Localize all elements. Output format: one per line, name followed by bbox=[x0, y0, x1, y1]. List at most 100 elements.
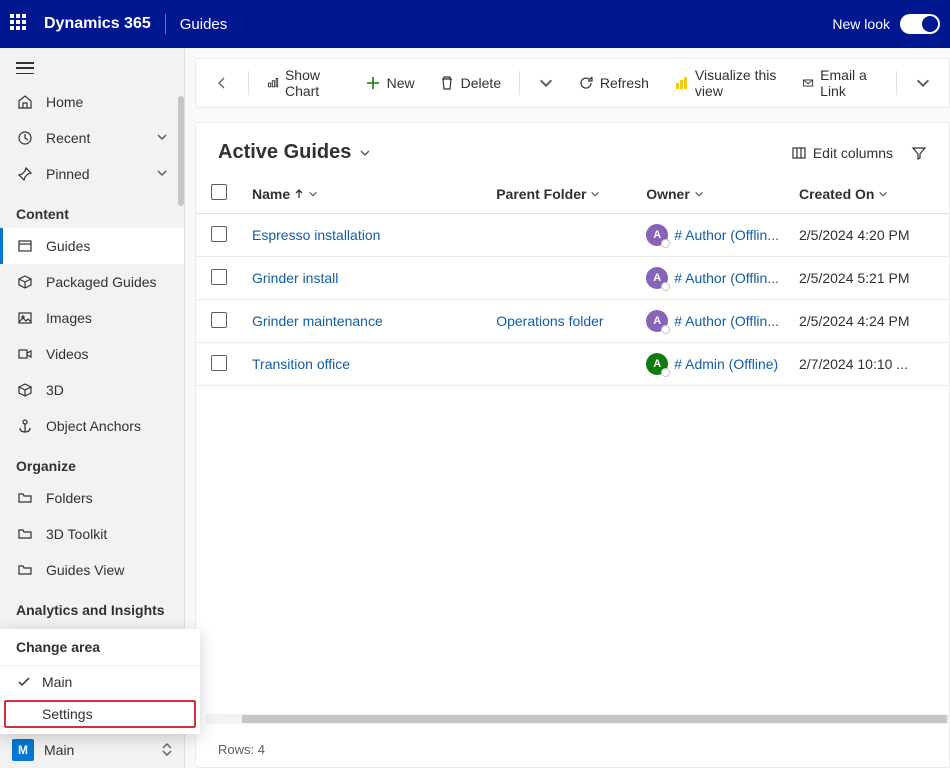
nav-images[interactable]: Images bbox=[0, 300, 184, 336]
folder-icon bbox=[16, 489, 34, 507]
video-icon bbox=[16, 345, 34, 363]
chevron-down-icon bbox=[156, 130, 168, 146]
record-name-link[interactable]: Espresso installation bbox=[252, 227, 380, 243]
nav-label: Pinned bbox=[46, 166, 90, 182]
nav-label: Recent bbox=[46, 130, 90, 146]
nav-3d-toolkit[interactable]: 3D Toolkit bbox=[0, 516, 184, 552]
grid-footer: Rows: 4 bbox=[196, 732, 949, 767]
scrollbar-thumb[interactable] bbox=[178, 96, 184, 206]
nav-label: Guides View bbox=[46, 562, 124, 578]
powerbi-icon bbox=[673, 75, 689, 91]
change-area-label: Settings bbox=[42, 706, 93, 722]
table-row[interactable]: Grinder install A # Author (Offlin... 2/5/2… bbox=[196, 257, 949, 300]
nav-label: 3D Toolkit bbox=[46, 526, 107, 542]
chevron-down-icon bbox=[156, 166, 168, 182]
table-row[interactable]: Espresso installation A # Author (Offlin..… bbox=[196, 214, 949, 257]
delete-split-button[interactable] bbox=[528, 69, 564, 97]
clock-icon bbox=[16, 129, 34, 147]
nav-videos[interactable]: Videos bbox=[0, 336, 184, 372]
hamburger-icon[interactable] bbox=[16, 62, 34, 74]
col-label: Name bbox=[252, 186, 290, 202]
change-area-settings[interactable]: Settings bbox=[4, 700, 196, 728]
show-chart-button[interactable]: Show Chart bbox=[257, 61, 351, 105]
section-content: Content bbox=[0, 192, 184, 228]
cmd-label: Delete bbox=[461, 75, 501, 91]
new-button[interactable]: New bbox=[355, 69, 425, 97]
nav-pinned[interactable]: Pinned bbox=[0, 156, 184, 192]
content-card: Active Guides Edit columns bbox=[195, 122, 950, 768]
nav-folders[interactable]: Folders bbox=[0, 480, 184, 516]
nav-label: Videos bbox=[46, 346, 89, 362]
nav-3d[interactable]: 3D bbox=[0, 372, 184, 408]
change-area-label: Main bbox=[42, 674, 72, 690]
view-title-dropdown[interactable]: Active Guides bbox=[218, 141, 371, 164]
app-name: Guides bbox=[180, 16, 228, 33]
nav-packaged-guides[interactable]: Packaged Guides bbox=[0, 264, 184, 300]
record-name-link[interactable]: Transition office bbox=[252, 356, 350, 372]
check-icon bbox=[16, 674, 32, 690]
app-launcher-icon[interactable] bbox=[10, 14, 30, 34]
row-checkbox[interactable] bbox=[211, 355, 227, 371]
select-all-checkbox[interactable] bbox=[211, 184, 227, 200]
toggle-switch[interactable] bbox=[900, 14, 940, 34]
table-row[interactable]: Transition office A # Admin (Offline) 2/7/2… bbox=[196, 343, 949, 386]
new-look-toggle[interactable]: New look bbox=[832, 14, 940, 34]
cmd-label: Show Chart bbox=[285, 67, 341, 99]
section-analytics: Analytics and Insights bbox=[0, 588, 184, 624]
email-link-button[interactable]: Email a Link bbox=[792, 61, 888, 105]
cube-icon bbox=[16, 381, 34, 399]
owner-link[interactable]: # Author (Offlin... bbox=[674, 313, 779, 329]
record-name-link[interactable]: Grinder install bbox=[252, 270, 338, 286]
filter-button[interactable] bbox=[911, 145, 927, 161]
col-label: Parent Folder bbox=[496, 186, 586, 202]
guide-icon bbox=[16, 237, 34, 255]
row-checkbox[interactable] bbox=[211, 312, 227, 328]
delete-button[interactable]: Delete bbox=[429, 69, 511, 97]
anchor-icon bbox=[16, 417, 34, 435]
top-bar: Dynamics 365 Guides New look bbox=[0, 0, 950, 48]
refresh-button[interactable]: Refresh bbox=[568, 69, 659, 97]
nav-home[interactable]: Home bbox=[0, 84, 184, 120]
nav-guides-view[interactable]: Guides View bbox=[0, 552, 184, 588]
area-label: Main bbox=[44, 742, 74, 758]
change-area-main[interactable]: Main bbox=[0, 666, 200, 698]
blank-icon bbox=[16, 706, 32, 722]
parent-folder-link[interactable]: Operations folder bbox=[496, 313, 603, 329]
col-header-owner[interactable]: Owner bbox=[636, 174, 789, 214]
avatar: A bbox=[646, 267, 668, 289]
col-header-created-on[interactable]: Created On bbox=[789, 174, 949, 214]
created-on-cell: 2/5/2024 4:24 PM bbox=[789, 300, 949, 343]
created-on-cell: 2/5/2024 4:20 PM bbox=[789, 214, 949, 257]
email-split-button[interactable] bbox=[905, 69, 941, 97]
nav-label: Object Anchors bbox=[46, 418, 141, 434]
image-icon bbox=[16, 309, 34, 327]
row-checkbox[interactable] bbox=[211, 226, 227, 242]
nav-recent[interactable]: Recent bbox=[0, 120, 184, 156]
area-switcher[interactable]: M Main bbox=[0, 730, 184, 768]
created-on-cell: 2/7/2024 10:10 ... bbox=[789, 343, 949, 386]
new-look-label: New look bbox=[832, 16, 890, 32]
nav-guides[interactable]: Guides bbox=[0, 228, 184, 264]
owner-link[interactable]: # Admin (Offline) bbox=[674, 356, 778, 372]
nav-object-anchors[interactable]: Object Anchors bbox=[0, 408, 184, 444]
main-area: Show Chart New Delete Refresh Visualize … bbox=[185, 48, 950, 768]
record-name-link[interactable]: Grinder maintenance bbox=[252, 313, 383, 329]
edit-columns-button[interactable]: Edit columns bbox=[791, 145, 893, 161]
col-label: Owner bbox=[646, 186, 690, 202]
folder-icon bbox=[16, 561, 34, 579]
col-header-parent-folder[interactable]: Parent Folder bbox=[486, 174, 636, 214]
back-button[interactable] bbox=[204, 69, 240, 97]
visualize-button[interactable]: Visualize this view bbox=[663, 61, 788, 105]
horizontal-scrollbar[interactable] bbox=[206, 714, 949, 724]
sidebar: Home Recent Pinned Content Guides Packag… bbox=[0, 48, 185, 768]
cmd-label: Email a Link bbox=[820, 67, 878, 99]
col-header-name[interactable]: Name bbox=[242, 174, 486, 214]
divider bbox=[165, 14, 166, 34]
row-checkbox[interactable] bbox=[211, 269, 227, 285]
owner-link[interactable]: # Author (Offlin... bbox=[674, 270, 779, 286]
created-on-cell: 2/5/2024 5:21 PM bbox=[789, 257, 949, 300]
avatar: A bbox=[646, 224, 668, 246]
avatar: A bbox=[646, 353, 668, 375]
table-row[interactable]: Grinder maintenanceOperations folderA# A… bbox=[196, 300, 949, 343]
owner-link[interactable]: # Author (Offlin... bbox=[674, 227, 779, 243]
